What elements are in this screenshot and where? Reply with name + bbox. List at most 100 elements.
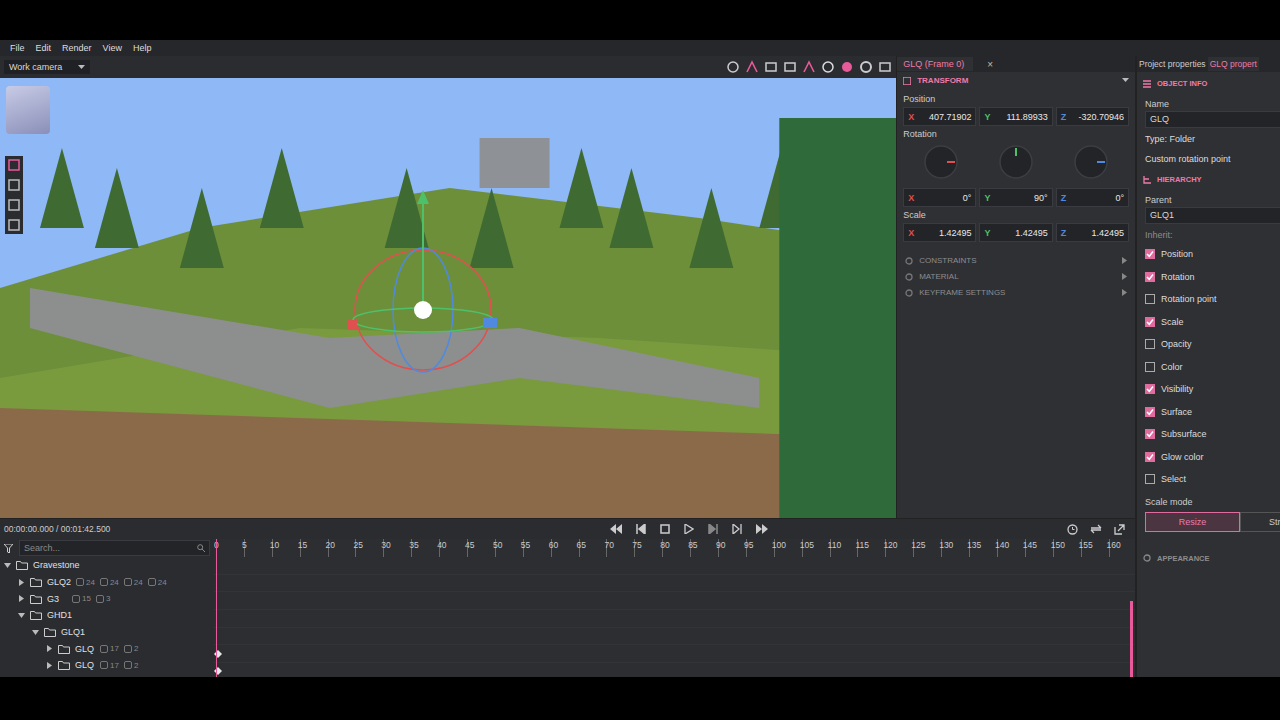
expand-icon[interactable] (1114, 524, 1125, 535)
collapsed-icon[interactable] (46, 645, 53, 652)
frame-icon[interactable] (764, 60, 778, 74)
tool-icon[interactable] (8, 219, 20, 231)
collapsed-icon[interactable] (18, 595, 25, 602)
section-header[interactable]: TRANSFORM (897, 72, 1135, 91)
ruler-tick: 25 (355, 539, 383, 557)
filter-icon[interactable] (4, 544, 13, 553)
clock-icon[interactable] (1067, 524, 1078, 535)
screen-icon[interactable] (878, 60, 892, 74)
track-row (214, 575, 1135, 593)
search-field[interactable]: Search... (0, 539, 214, 557)
previous-frame-icon[interactable] (636, 524, 646, 534)
inspector-tab[interactable]: GLQ (Frame 0) (897, 57, 973, 71)
dial-icon[interactable] (998, 144, 1034, 180)
stop-icon[interactable] (660, 524, 670, 534)
collapsed-section[interactable]: KEYFRAME SETTINGS (897, 288, 1135, 297)
target-icon[interactable] (859, 60, 873, 74)
number-field[interactable]: X407.71902 (903, 107, 976, 126)
close-tab-button[interactable]: × (987, 59, 993, 70)
tool-icon[interactable] (8, 179, 20, 191)
caret-icon (78, 65, 85, 70)
menu-item[interactable]: View (103, 43, 122, 53)
tree-row[interactable]: GLQ172 (0, 640, 214, 657)
link-icon[interactable] (802, 60, 816, 74)
parent-field[interactable]: GLQ1 (1145, 207, 1280, 224)
tree-row[interactable]: Gravestone (0, 557, 214, 574)
disc-icon[interactable] (840, 60, 854, 74)
tree-row[interactable]: GLQ1 (0, 624, 214, 641)
inherit-checkbox[interactable]: Rotation point (1137, 288, 1280, 311)
count-icon (100, 578, 108, 586)
playhead[interactable] (216, 539, 217, 677)
tool-icon[interactable] (8, 199, 20, 211)
inherit-checkbox[interactable]: Select (1137, 468, 1280, 491)
inherit-checkbox[interactable]: Opacity (1137, 333, 1280, 356)
nodes-icon[interactable] (745, 60, 759, 74)
timeline-tracks[interactable]: 0510152025303540455055606570758085909510… (214, 539, 1135, 677)
number-field[interactable]: Z0° (1056, 188, 1129, 207)
loop-icon[interactable] (1090, 524, 1102, 534)
number-field[interactable]: X0° (903, 188, 976, 207)
play-icon[interactable] (684, 524, 694, 534)
number-field[interactable]: X1.42495 (903, 223, 976, 242)
inherit-checkbox[interactable]: Glow color (1137, 446, 1280, 469)
collapsed-icon[interactable] (46, 662, 53, 669)
inherit-checkbox[interactable]: Visibility (1137, 378, 1280, 401)
frame-ruler[interactable]: 0510152025303540455055606570758085909510… (214, 539, 1135, 557)
collapsed-section[interactable]: MATERIAL (897, 272, 1135, 281)
inherit-checkbox[interactable]: Rotation (1137, 266, 1280, 289)
dial-icon[interactable] (1073, 144, 1109, 180)
section-header[interactable]: OBJECT INFO (1137, 72, 1280, 93)
number-field[interactable]: Y1.42495 (979, 223, 1052, 242)
scale-mode-option[interactable]: Resize (1145, 512, 1240, 532)
number-field[interactable]: Y111.89933 (979, 107, 1052, 126)
camera-dropdown[interactable]: Work camera (4, 60, 90, 74)
scrollbar[interactable] (1130, 601, 1133, 677)
tree-row[interactable]: GLQ172 (0, 657, 214, 674)
ruler-tick: 60 (551, 539, 579, 557)
inherit-checkbox[interactable]: Position (1137, 243, 1280, 266)
inherit-checkbox[interactable]: Scale (1137, 311, 1280, 334)
collapsed-section[interactable]: CONSTRAINTS (897, 256, 1135, 265)
scale-mode-option[interactable]: Str (1240, 512, 1280, 532)
view-cube[interactable] (6, 86, 50, 134)
ring-icon[interactable] (821, 60, 835, 74)
ruler-tick: 0 (216, 539, 244, 557)
menu-item[interactable]: Help (133, 43, 152, 53)
inherit-checkbox[interactable]: Color (1137, 356, 1280, 379)
custom-rotation-point[interactable]: Custom rotation point (1137, 148, 1280, 168)
workspace: Work camera GLQ (Frame 0) × TRANSFORM Positi… (0, 56, 1280, 677)
number-field[interactable]: Z-320.70946 (1056, 107, 1129, 126)
fast-forward-icon[interactable] (756, 524, 768, 534)
menu-item[interactable]: Edit (36, 43, 52, 53)
ruler-tick: 100 (774, 539, 802, 557)
grid-icon[interactable] (783, 60, 797, 74)
transform-gizmo[interactable] (348, 190, 498, 410)
tree-row[interactable]: G3153 (0, 590, 214, 607)
properties-tab[interactable]: GLQ propert (1208, 57, 1259, 71)
track-row (214, 610, 1135, 628)
viewport[interactable] (0, 78, 896, 518)
name-field[interactable]: GLQ (1145, 111, 1280, 128)
properties-tab[interactable]: Project properties (1137, 57, 1208, 71)
rewind-icon[interactable] (610, 524, 622, 534)
number-field[interactable]: Y90° (979, 188, 1052, 207)
dial-icon[interactable] (923, 144, 959, 180)
inherit-checkbox[interactable]: Surface (1137, 401, 1280, 424)
tree-row[interactable]: GLQ224242424 (0, 574, 214, 591)
expanded-icon[interactable] (18, 612, 25, 619)
next-frame-icon[interactable] (708, 524, 718, 534)
number-field[interactable]: Z1.42495 (1056, 223, 1129, 242)
tool-icon[interactable] (8, 159, 20, 171)
expanded-icon[interactable] (32, 629, 39, 636)
section-header[interactable]: HIERARCHY (1137, 168, 1280, 189)
menu-item[interactable]: File (10, 43, 25, 53)
orbit-icon[interactable] (726, 60, 740, 74)
inherit-checkbox[interactable]: Subsurface (1137, 423, 1280, 446)
step-forward-icon[interactable] (732, 524, 742, 534)
menu-item[interactable]: Render (62, 43, 92, 53)
collapsed-icon[interactable] (18, 579, 25, 586)
tree-row[interactable]: GHD1 (0, 607, 214, 624)
expanded-icon[interactable] (4, 562, 11, 569)
section-header[interactable]: APPEARANCE (1137, 532, 1280, 568)
